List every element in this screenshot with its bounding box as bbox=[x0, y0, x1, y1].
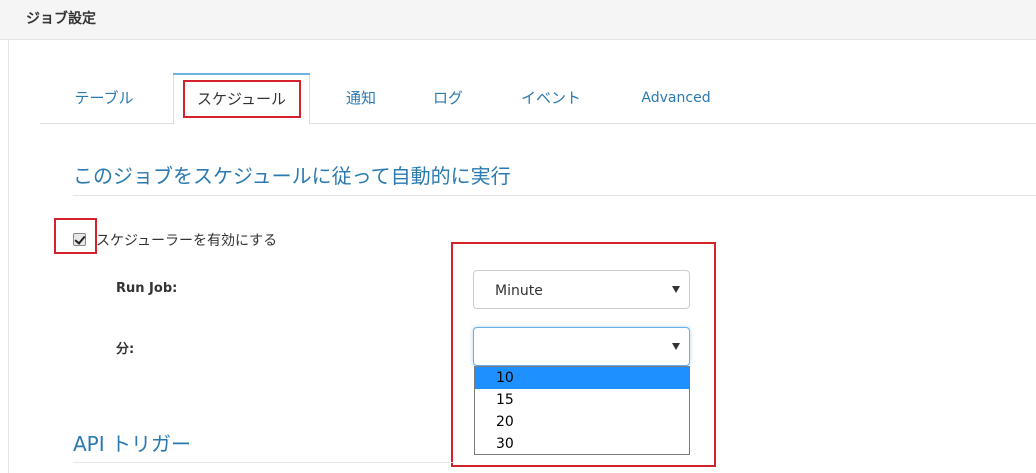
schedule-section-divider bbox=[73, 195, 1036, 196]
tab-schedule[interactable]: スケジュール bbox=[173, 73, 310, 125]
tab-bar: テーブル スケジュール 通知 ログ イベント Advanced bbox=[40, 73, 1036, 125]
minute-option-30[interactable]: 30 bbox=[475, 433, 689, 455]
minute-dropdown-list: 10 15 20 30 bbox=[474, 366, 690, 455]
tab-advanced[interactable]: Advanced bbox=[628, 73, 724, 124]
run-job-label: Run Job: bbox=[116, 281, 178, 296]
minute-select[interactable] bbox=[473, 327, 690, 366]
minute-option-15[interactable]: 15 bbox=[475, 389, 689, 411]
left-divider bbox=[8, 40, 9, 473]
api-trigger-title: API トリガー bbox=[73, 432, 191, 456]
run-job-selected-value: Minute bbox=[495, 283, 543, 299]
page-header: ジョブ設定 bbox=[0, 0, 1036, 40]
tab-log[interactable]: ログ bbox=[413, 73, 483, 124]
job-settings-page: ジョブ設定 テーブル スケジュール 通知 ログ イベント Advanced この… bbox=[0, 0, 1036, 473]
page-title: ジョブ設定 bbox=[26, 11, 96, 27]
run-job-select[interactable]: Minute bbox=[473, 270, 690, 309]
minute-option-20[interactable]: 20 bbox=[475, 411, 689, 433]
tab-table[interactable]: テーブル bbox=[54, 73, 154, 124]
minute-label: 分: bbox=[116, 342, 135, 357]
tab-notification[interactable]: 通知 bbox=[327, 73, 395, 124]
tab-event[interactable]: イベント bbox=[503, 73, 599, 124]
enable-scheduler-label: スケジューラーを有効にする bbox=[96, 233, 278, 249]
api-section-divider bbox=[73, 462, 453, 463]
caret-down-icon bbox=[672, 343, 680, 350]
caret-down-icon bbox=[672, 286, 680, 293]
minute-option-10[interactable]: 10 bbox=[475, 367, 689, 389]
enable-scheduler-checkbox[interactable] bbox=[73, 233, 86, 246]
schedule-section-title: このジョブをスケジュールに従って自動的に実行 bbox=[73, 164, 511, 188]
